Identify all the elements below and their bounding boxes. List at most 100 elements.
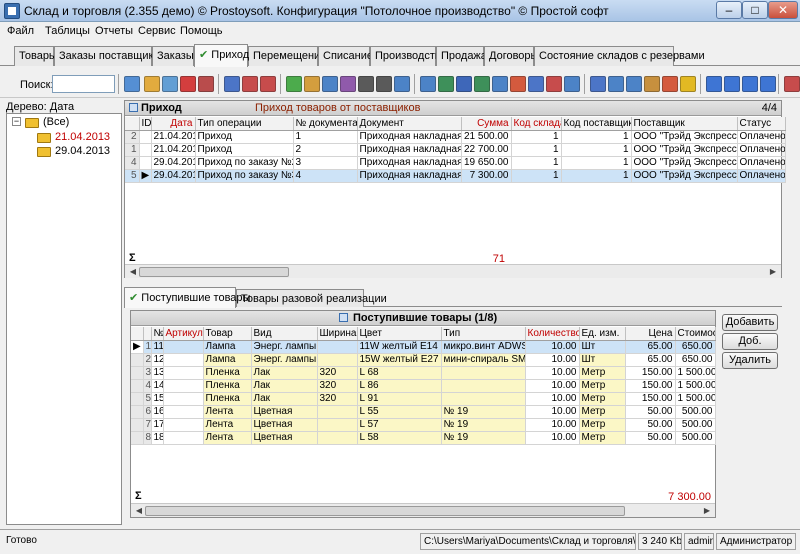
search-input[interactable] (52, 75, 115, 93)
preview-icon[interactable] (394, 76, 410, 92)
cell-type[interactable]: Приход по заказу №2 (195, 156, 294, 170)
cell-width[interactable] (317, 340, 358, 354)
col-price[interactable]: Цена (625, 327, 676, 341)
cell-n[interactable]: 13 (151, 366, 164, 380)
tree-node-all[interactable]: (Все) (43, 116, 69, 128)
col-article[interactable]: Артикул (163, 327, 204, 341)
cell-width[interactable] (317, 405, 358, 419)
flag-icon[interactable] (662, 76, 678, 92)
tab-one-time-goods[interactable]: Товары разовой реализации (236, 289, 387, 307)
cell-item[interactable]: Пленка (203, 379, 252, 393)
table-row[interactable]: 221.04.2013Приход1Приходная накладная21 … (125, 130, 786, 144)
cell-cost[interactable]: 1 500.00 (675, 366, 716, 380)
minimize-button[interactable]: – (716, 1, 742, 19)
cell-color[interactable]: L 58 (357, 431, 442, 445)
cell-kind[interactable]: Лак (251, 392, 318, 406)
cell-unit[interactable]: Метр (579, 392, 626, 406)
print-icon[interactable] (376, 76, 392, 92)
add-button[interactable]: Добавить (722, 314, 778, 331)
cell-kind[interactable]: Энерг. лампы (251, 353, 318, 367)
cell-wh[interactable]: 1 (511, 169, 562, 183)
cell-width[interactable]: 320 (317, 379, 358, 393)
last-icon[interactable] (760, 76, 776, 92)
table-row[interactable]: 818 ЛентаЦветная L 58№ 1910.00Метр50.00500… (131, 431, 716, 445)
col-sum[interactable]: Сумма (461, 117, 512, 131)
cell-price[interactable]: 65.00 (625, 353, 676, 367)
cell-qty[interactable]: 10.00 (525, 405, 580, 419)
next-icon[interactable] (742, 76, 758, 92)
cell-doc[interactable]: Приходная накладная (357, 143, 462, 157)
cell-width[interactable] (317, 353, 358, 367)
cell-art[interactable] (163, 405, 204, 419)
list-icon[interactable] (626, 76, 642, 92)
pencil-icon[interactable] (144, 76, 160, 92)
cell-type[interactable]: Приход по заказу №3 (195, 169, 294, 183)
cell-qty[interactable]: 10.00 (525, 366, 580, 380)
tab-receipt[interactable]: ✔ Приход (194, 44, 249, 67)
table-row[interactable]: 5▶29.04.2013Приход по заказу №34Приходна… (125, 169, 786, 183)
menu-reports[interactable]: Отчеты (95, 25, 133, 37)
cell-n[interactable]: 18 (151, 431, 164, 445)
tab-contracts[interactable]: Договоры (484, 46, 538, 66)
scroll-left-icon[interactable]: ◀ (127, 266, 139, 278)
cell-id[interactable] (139, 143, 152, 157)
pivot-icon[interactable] (546, 76, 562, 92)
cell-sum[interactable]: 21 500.00 (461, 130, 512, 144)
col-item[interactable]: Товар (203, 327, 252, 341)
cell-art[interactable] (163, 431, 204, 445)
tab-received-goods[interactable]: ✔ Поступившие товары (124, 287, 250, 308)
cell-sup-code[interactable]: 1 (561, 143, 632, 157)
cell-sup-code[interactable]: 1 (561, 169, 632, 183)
cell-supplier[interactable]: ООО "Трэйд Экспресс" (631, 130, 738, 144)
cell-item[interactable]: Лампа (203, 353, 252, 367)
edit-icon[interactable] (124, 76, 140, 92)
cell-num[interactable]: 4 (293, 169, 358, 183)
cell-cost[interactable]: 500.00 (675, 405, 716, 419)
filter-add-icon[interactable] (242, 76, 258, 92)
cell-item[interactable]: Лента (203, 405, 252, 419)
cell-wh[interactable]: 1 (511, 156, 562, 170)
tree-collapse-icon[interactable]: − (12, 117, 21, 126)
cell-status[interactable]: Оплачено (737, 169, 786, 183)
cell-art[interactable] (163, 353, 204, 367)
cell-type[interactable]: микро.винт ADWS (441, 340, 526, 354)
menu-tables[interactable]: Таблицы (45, 25, 90, 37)
cell-id[interactable] (139, 130, 152, 144)
cell-unit[interactable]: Метр (579, 405, 626, 419)
report-icon[interactable] (492, 76, 508, 92)
table-row[interactable]: 616 ЛентаЦветная L 55№ 1910.00Метр50.00500… (131, 405, 716, 419)
col-unit[interactable]: Ед. изм. (579, 327, 626, 341)
cell-type[interactable] (441, 379, 526, 393)
cell-kind[interactable]: Энерг. лампы (251, 340, 318, 354)
col-quantity[interactable]: Количество (525, 327, 580, 341)
tab-orders[interactable]: Заказы (152, 46, 194, 66)
tab-supplier-orders[interactable]: Заказы поставщикам (54, 46, 167, 66)
cell-doc[interactable]: Приходная накладная (357, 169, 462, 183)
grid-icon[interactable] (198, 76, 214, 92)
cell-type[interactable]: № 19 (441, 431, 526, 445)
tab-sales[interactable]: Продажа (436, 46, 487, 66)
table-row[interactable]: ▶ 1 11 Лампа Энерг. лампы 11W желтый E14 микро… (131, 340, 716, 354)
cell-type[interactable] (441, 366, 526, 380)
cell-cost[interactable]: 1 500.00 (675, 392, 716, 406)
cell-qty[interactable]: 10.00 (525, 418, 580, 432)
cell-qty[interactable]: 10.00 (525, 431, 580, 445)
add-many-button[interactable]: Доб. много (722, 333, 778, 362)
cell-color[interactable]: 11W желтый E14 (357, 340, 442, 354)
cell-sum[interactable]: 7 300.00 (461, 169, 512, 183)
cell-id[interactable]: ▶ (139, 169, 152, 183)
cell-type[interactable]: № 19 (441, 405, 526, 419)
print-preview-icon[interactable] (358, 76, 374, 92)
cell-qty[interactable]: 10.00 (525, 340, 580, 354)
cell-n[interactable]: 16 (151, 405, 164, 419)
cell-unit[interactable]: Шт (579, 353, 626, 367)
cell-n[interactable]: 12 (151, 353, 164, 367)
cell-width[interactable] (317, 431, 358, 445)
cell-supplier[interactable]: ООО "Трэйд Экспресс" (631, 143, 738, 157)
cell-wh[interactable]: 1 (511, 130, 562, 144)
cell-price[interactable]: 50.00 (625, 405, 676, 419)
scroll-thumb[interactable] (145, 506, 625, 516)
prev-icon[interactable] (724, 76, 740, 92)
cell-num[interactable]: 1 (293, 130, 358, 144)
cell-price[interactable]: 150.00 (625, 379, 676, 393)
